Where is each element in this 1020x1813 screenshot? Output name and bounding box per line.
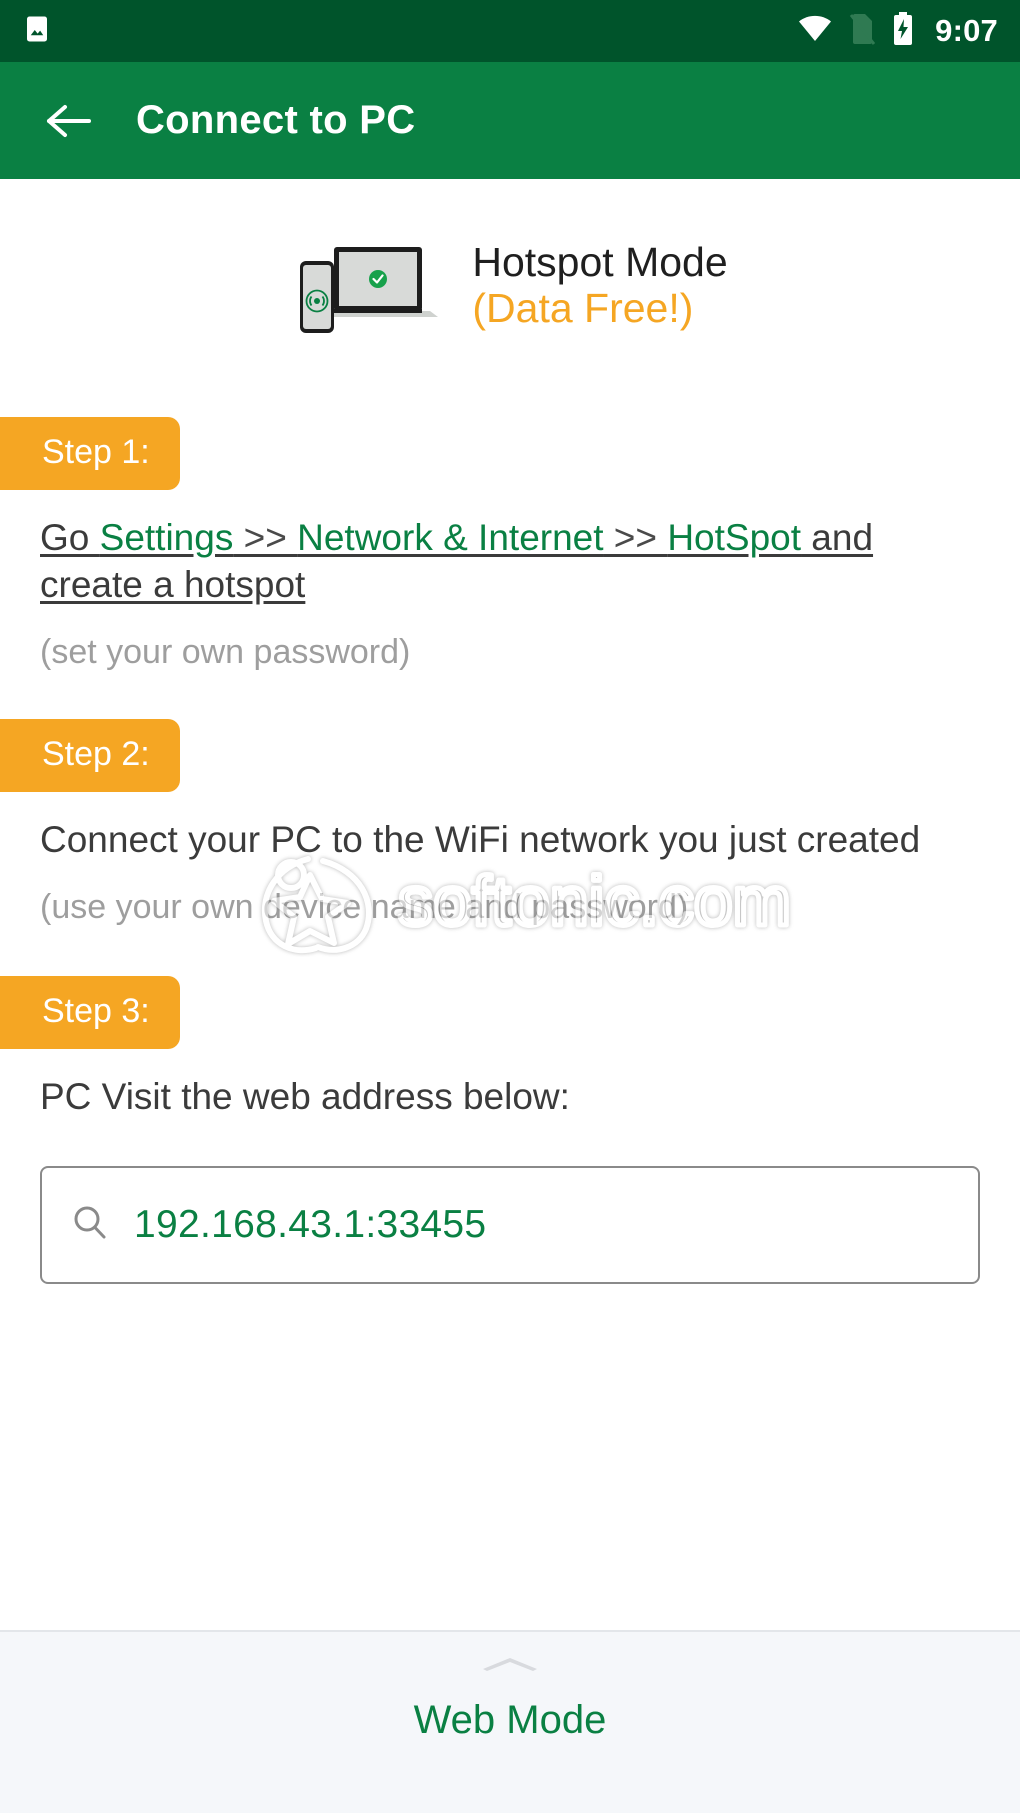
chevron-up-handle-icon[interactable] [479, 1656, 541, 1672]
url-field-wrapper: 192.168.43.1:33455 [0, 1166, 1020, 1285]
no-sim-icon [849, 13, 876, 50]
mode-subtitle: (Data Free!) [472, 285, 694, 331]
step-1-link-hotspot[interactable]: HotSpot [667, 517, 801, 558]
step-1-badge: Step 1: [0, 417, 180, 490]
web-address-value: 192.168.43.1:33455 [134, 1203, 487, 1247]
photo-icon [22, 14, 52, 49]
step-2-instruction: Connect your PC to the WiFi network you … [40, 819, 921, 861]
wifi-icon [798, 15, 832, 48]
main-content: Hotspot Mode (Data Free!) Step 1: Go Set… [0, 179, 1020, 1410]
step-1-link-settings[interactable]: Settings [100, 517, 234, 558]
battery-charging-icon [892, 11, 914, 51]
page-title: Connect to PC [136, 98, 416, 142]
step-2-note: (use your own device name and password) [40, 887, 689, 926]
step-1-sep-1: >> [233, 517, 298, 558]
step-1-block: Step 1: Go Settings >> Network & Interne… [0, 417, 1020, 673]
step-2-badge: Step 2: [0, 719, 180, 793]
status-bar-indicators: 9:07 [798, 11, 998, 51]
step-1-instruction: Go Settings >> Network & Internet >> Hot… [40, 514, 980, 609]
step-3-block: Step 3: PC Visit the web address below: [0, 976, 1020, 1120]
mode-text-block: Hotspot Mode (Data Free!) [472, 239, 728, 332]
web-mode-button[interactable]: Web Mode [414, 1698, 607, 1743]
status-bar-notifications [22, 14, 52, 49]
status-bar-clock: 9:07 [935, 13, 998, 48]
step-2-body: Connect your PC to the WiFi network you … [0, 816, 1020, 928]
mode-header: Hotspot Mode (Data Free!) [0, 179, 1020, 341]
phone-laptop-hotspot-illustration [292, 231, 440, 341]
step-3-body: PC Visit the web address below: [0, 1073, 1020, 1120]
step-1-link-network[interactable]: Network & Internet [297, 517, 603, 558]
web-address-field[interactable]: 192.168.43.1:33455 [40, 1166, 980, 1285]
step-1-body: Go Settings >> Network & Internet >> Hot… [0, 514, 1020, 673]
step-1-sep-2: >> [603, 517, 668, 558]
app-bar: Connect to PC [0, 62, 1020, 179]
step-1-part-go: Go [40, 517, 100, 558]
status-bar: 9:07 [0, 0, 1020, 62]
back-arrow-icon[interactable] [46, 103, 92, 139]
app-screen: 9:07 Connect to PC Hotspot Mode (Data Fr… [0, 0, 1020, 1813]
mode-title: Hotspot Mode [472, 239, 728, 286]
bottom-sheet[interactable]: Web Mode [0, 1630, 1020, 1813]
search-icon [70, 1203, 110, 1248]
step-3-badge: Step 3: [0, 976, 180, 1050]
step-1-note: (set your own password) [40, 632, 411, 671]
step-2-block: Step 2: Connect your PC to the WiFi netw… [0, 719, 1020, 928]
step-3-instruction: PC Visit the web address below: [40, 1076, 570, 1118]
